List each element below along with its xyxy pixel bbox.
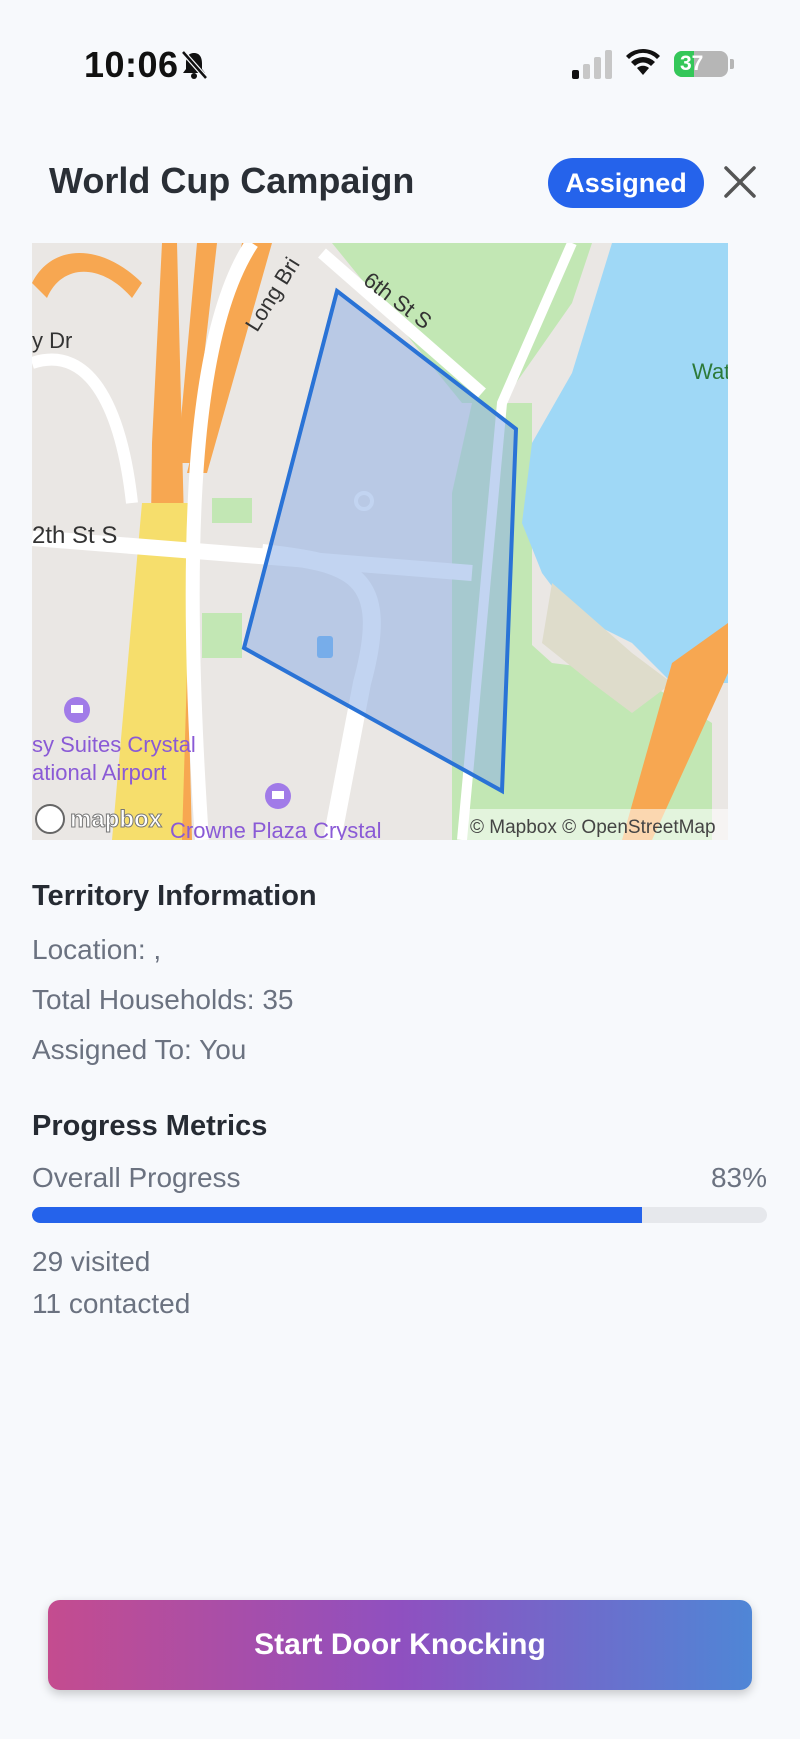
progress-bar — [32, 1207, 767, 1223]
status-time: 10:06 — [84, 44, 179, 85]
map-attribution[interactable]: © Mapbox © OpenStreetMap — [470, 817, 716, 838]
map-label-street: 2th St S — [32, 522, 117, 549]
status-badge: Assigned — [548, 158, 704, 208]
territory-map[interactable]: y Dr 2th St S Long Bri 6th St S Wat sy S… — [32, 243, 728, 840]
map-label-water: Wat — [692, 359, 728, 384]
battery-icon: 37 — [674, 51, 728, 77]
cellular-signal-icon — [572, 50, 612, 79]
battery-level-text: 37 — [680, 52, 704, 75]
contacted-count: 11 contacted — [32, 1288, 191, 1319]
territory-assigned-to: Assigned To: You — [32, 1034, 247, 1065]
progress-metrics-heading: Progress Metrics — [32, 1110, 268, 1142]
bell-muted-icon — [181, 50, 208, 80]
territory-location: Location: , — [32, 934, 162, 965]
start-door-knocking-button[interactable]: Start Door Knocking — [48, 1600, 752, 1690]
map-label-crowne-plaza: Crowne Plaza Crystal — [170, 818, 382, 840]
map-park — [202, 613, 242, 658]
mapbox-logo-icon — [35, 804, 65, 834]
map-label-suites: sy Suites Crystal — [32, 732, 196, 757]
status-bar: 10:06 37 — [0, 0, 800, 130]
territory-info-heading: Territory Information — [32, 880, 317, 912]
page-title: World Cup Campaign — [49, 160, 415, 201]
map-park — [212, 498, 252, 523]
hotel-icon-bed — [272, 791, 284, 799]
overall-progress-label: Overall Progress — [32, 1162, 241, 1193]
overall-progress-percent: 83% — [710, 1162, 767, 1193]
map-canvas[interactable]: y Dr 2th St S Long Bri 6th St S Wat sy S… — [32, 243, 728, 840]
visited-count: 29 visited — [32, 1246, 151, 1277]
map-label-drive: y Dr — [32, 328, 72, 353]
map-label-airport: ational Airport — [32, 760, 167, 785]
battery-cap — [730, 59, 734, 69]
close-icon[interactable] — [722, 164, 758, 200]
progress-bar-fill — [32, 1207, 643, 1223]
territory-households: Total Households: 35 — [32, 984, 294, 1015]
wifi-icon — [626, 48, 660, 75]
hotel-icon-bed — [71, 705, 83, 713]
mapbox-logo: mapbox — [70, 806, 163, 833]
